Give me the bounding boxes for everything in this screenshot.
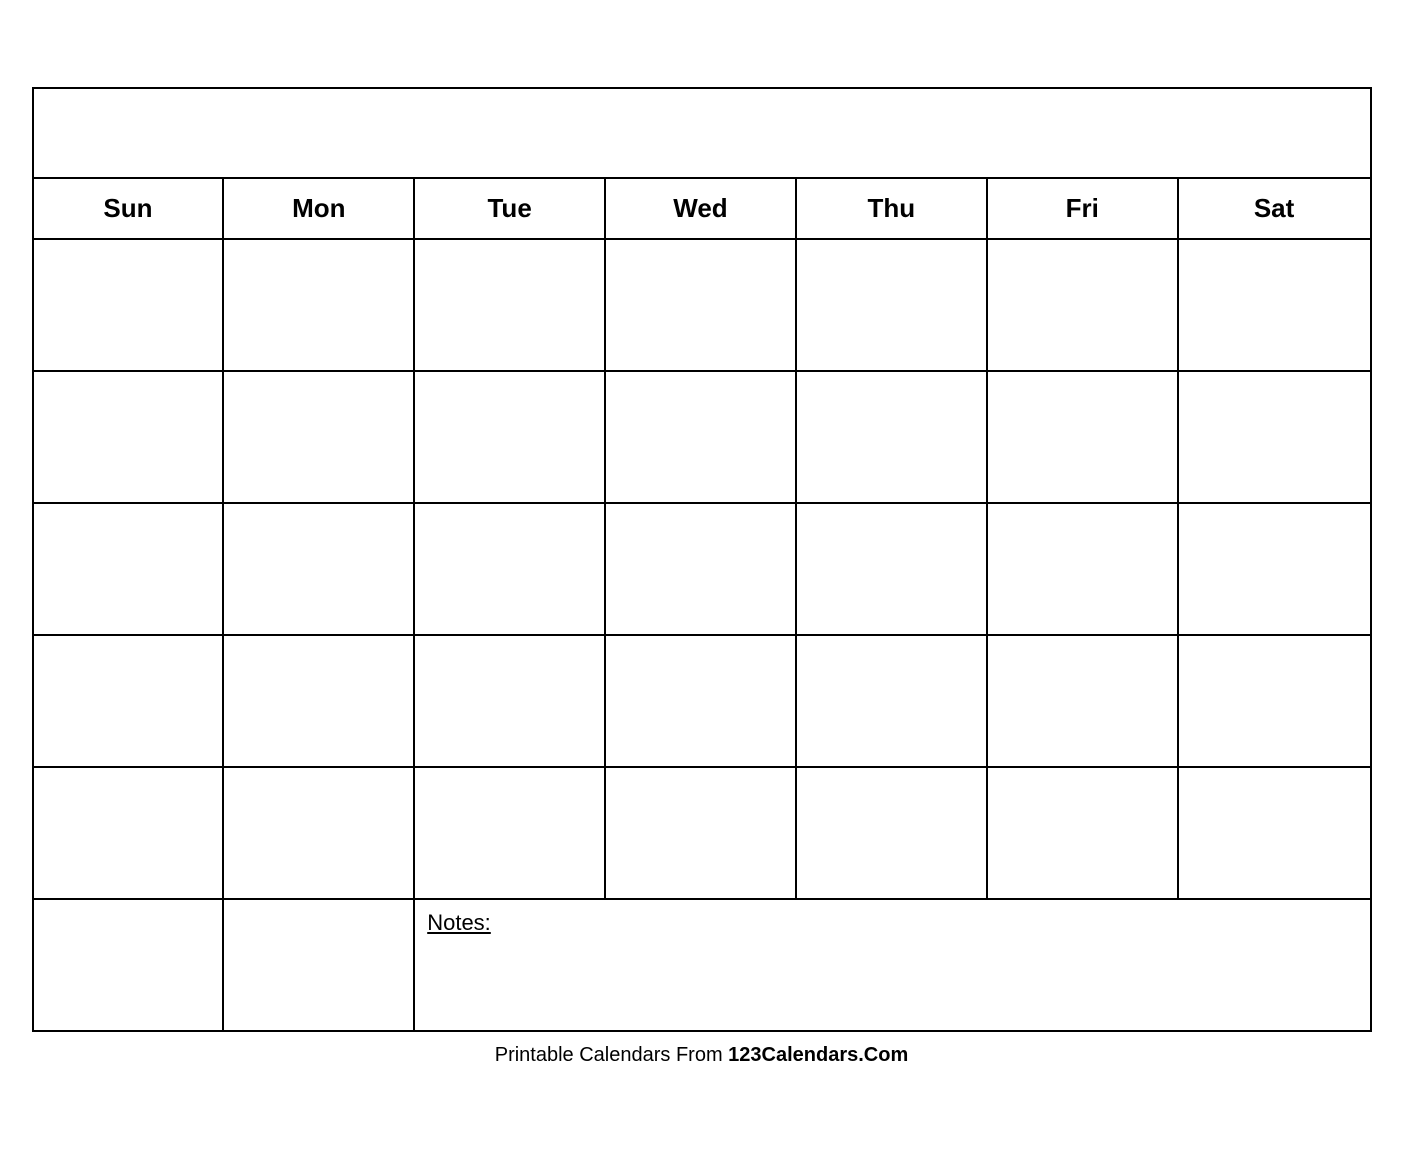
calendar-title-row [34, 89, 1370, 179]
calendar-row-5 [34, 768, 1370, 900]
calendar-row-1 [34, 240, 1370, 372]
calendar-row-2 [34, 372, 1370, 504]
cell-4-4[interactable] [606, 636, 797, 766]
calendar-row-3 [34, 504, 1370, 636]
cell-5-6[interactable] [988, 768, 1179, 898]
notes-label: Notes: [427, 910, 491, 935]
cell-2-4[interactable] [606, 372, 797, 502]
header-sat: Sat [1179, 179, 1370, 238]
header-sun: Sun [34, 179, 225, 238]
calendar-row-4 [34, 636, 1370, 768]
notes-empty-2 [224, 900, 415, 1030]
cell-5-7[interactable] [1179, 768, 1370, 898]
calendar-body: Notes: [34, 240, 1370, 1030]
cell-5-1[interactable] [34, 768, 225, 898]
cell-4-6[interactable] [988, 636, 1179, 766]
cell-1-6[interactable] [988, 240, 1179, 370]
cell-4-2[interactable] [224, 636, 415, 766]
calendar-row-notes: Notes: [34, 900, 1370, 1030]
cell-3-6[interactable] [988, 504, 1179, 634]
cell-3-3[interactable] [415, 504, 606, 634]
cell-3-2[interactable] [224, 504, 415, 634]
cell-2-3[interactable] [415, 372, 606, 502]
cell-1-3[interactable] [415, 240, 606, 370]
cell-5-2[interactable] [224, 768, 415, 898]
cell-1-4[interactable] [606, 240, 797, 370]
cell-3-7[interactable] [1179, 504, 1370, 634]
footer: Printable Calendars From 123Calendars.Co… [495, 1044, 909, 1067]
cell-4-1[interactable] [34, 636, 225, 766]
header-mon: Mon [224, 179, 415, 238]
footer-text-normal: Printable Calendars From [495, 1044, 728, 1066]
calendar: Sun Mon Tue Wed Thu Fri Sat [32, 87, 1372, 1032]
cell-3-4[interactable] [606, 504, 797, 634]
cell-1-7[interactable] [1179, 240, 1370, 370]
cell-3-5[interactable] [797, 504, 988, 634]
notes-section[interactable]: Notes: [415, 900, 1369, 1030]
cell-2-2[interactable] [224, 372, 415, 502]
calendar-header: Sun Mon Tue Wed Thu Fri Sat [34, 179, 1370, 240]
cell-4-7[interactable] [1179, 636, 1370, 766]
cell-5-5[interactable] [797, 768, 988, 898]
cell-2-6[interactable] [988, 372, 1179, 502]
cell-4-5[interactable] [797, 636, 988, 766]
cell-2-1[interactable] [34, 372, 225, 502]
footer-text-bold: 123Calendars.Com [728, 1044, 908, 1066]
cell-2-5[interactable] [797, 372, 988, 502]
header-fri: Fri [988, 179, 1179, 238]
cell-5-3[interactable] [415, 768, 606, 898]
header-thu: Thu [797, 179, 988, 238]
cell-1-5[interactable] [797, 240, 988, 370]
header-wed: Wed [606, 179, 797, 238]
header-tue: Tue [415, 179, 606, 238]
cell-1-1[interactable] [34, 240, 225, 370]
cell-5-4[interactable] [606, 768, 797, 898]
cell-4-3[interactable] [415, 636, 606, 766]
cell-3-1[interactable] [34, 504, 225, 634]
cell-1-2[interactable] [224, 240, 415, 370]
cell-2-7[interactable] [1179, 372, 1370, 502]
notes-empty-1 [34, 900, 225, 1030]
